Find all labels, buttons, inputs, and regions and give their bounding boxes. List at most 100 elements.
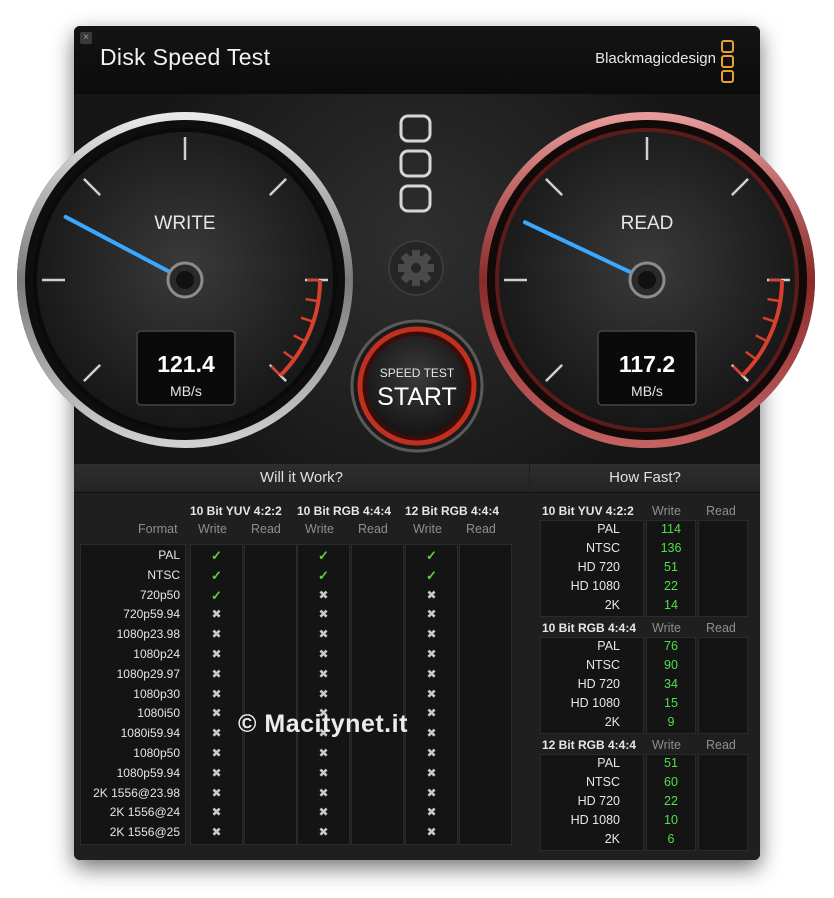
wiw-format-label: 2K 1556@24 [109, 805, 180, 820]
how-fast-header: How Fast? [530, 464, 760, 493]
hf-read-column [698, 637, 748, 734]
x-icon: ✖ [426, 825, 437, 840]
hf-read-subheader: Read [706, 621, 736, 635]
hf-write-value: 76 [664, 639, 678, 653]
x-icon: ✖ [211, 825, 222, 840]
hf-group-header: 10 Bit RGB 4:4:4 [542, 621, 637, 635]
check-icon: ✓ [318, 567, 329, 583]
check-icon: ✓ [426, 548, 437, 563]
wiw-read-subheader: Read [358, 522, 388, 536]
gauge-red-tick [762, 316, 775, 323]
wiw-read-subheader: Read [251, 522, 281, 536]
hf-row-label: NTSC [585, 658, 620, 672]
start-button-label: START [377, 383, 457, 411]
wiw-format-label: 1080p29.97 [116, 666, 180, 681]
hf-write-subheader: Write [652, 504, 681, 518]
wiw-format-label: 1080p24 [133, 647, 180, 661]
hf-write-value: 9 [667, 715, 675, 729]
hf-read-subheader: Read [706, 738, 736, 752]
wiw-write-subheader: Write [198, 522, 227, 536]
hf-write-subheader: Write [652, 621, 681, 635]
hf-row-label: 2K [604, 598, 620, 612]
x-icon: ✖ [426, 627, 437, 642]
wiw-format-label: 2K 1556@23.98 [93, 785, 180, 800]
x-icon: ✖ [426, 785, 437, 800]
check-icon: ✓ [211, 567, 222, 583]
x-icon: ✖ [426, 607, 437, 622]
hf-row-label: HD 720 [577, 677, 620, 691]
hf-row-label: 2K [604, 832, 620, 846]
x-icon: ✖ [211, 706, 222, 721]
hf-row-label: HD 1080 [570, 813, 620, 827]
check-icon: ✓ [211, 548, 222, 563]
results-area: Will it Work? How Fast? 10 Bit YUV 4:2:2… [74, 464, 760, 860]
x-icon: ✖ [426, 746, 437, 760]
hf-read-column [698, 754, 748, 851]
hf-row-label: PAL [597, 522, 620, 536]
hf-write-value: 90 [664, 658, 678, 672]
hf-row-label: HD 720 [577, 560, 620, 574]
wiw-group-header: 12 Bit RGB 4:4:4 [405, 504, 500, 518]
watermark: © Macitynet.it [238, 710, 408, 738]
x-icon: ✖ [426, 805, 437, 820]
hf-write-value: 34 [664, 677, 678, 691]
x-icon: ✖ [318, 746, 329, 760]
hf-write-value: 60 [664, 775, 678, 789]
wiw-format-label: 1080p23.98 [116, 627, 180, 642]
x-icon: ✖ [211, 726, 222, 741]
wiw-write-subheader: Write [305, 522, 334, 536]
hf-row-label: NTSC [585, 775, 620, 789]
hf-row-label: HD 720 [577, 794, 620, 808]
wiw-format-label: 1080p59.94 [116, 765, 180, 780]
wiw-format-label: 720p50 [139, 587, 180, 602]
hf-write-value: 114 [661, 522, 681, 536]
x-icon: ✖ [426, 706, 437, 721]
hf-group-header: 10 Bit YUV 4:2:2 [542, 504, 634, 518]
wiw-read-column [244, 544, 297, 845]
wiw-group-header: 10 Bit YUV 4:2:2 [190, 504, 282, 518]
brand-logo-icon [721, 40, 734, 85]
x-icon: ✖ [211, 765, 222, 780]
hf-row-label: 2K [604, 715, 620, 729]
wiw-read-column [459, 544, 512, 845]
x-icon: ✖ [211, 746, 222, 760]
x-icon: ✖ [426, 765, 437, 780]
x-icon: ✖ [318, 666, 329, 681]
wiw-format-label: 1080p30 [133, 686, 180, 701]
x-icon: ✖ [318, 627, 329, 642]
x-icon: ✖ [318, 607, 329, 622]
hf-write-value: 14 [664, 598, 678, 612]
start-button[interactable]: SPEED TEST START [350, 319, 484, 453]
wiw-format-header: Format [138, 522, 178, 536]
wiw-write-subheader: Write [413, 522, 442, 536]
x-icon: ✖ [318, 647, 329, 661]
wiw-format-label: 1080i50 [137, 706, 180, 721]
x-icon: ✖ [211, 607, 222, 622]
x-icon: ✖ [426, 587, 437, 602]
check-icon: ✓ [318, 548, 329, 563]
x-icon: ✖ [211, 805, 222, 820]
hf-write-value: 51 [664, 560, 678, 574]
hf-write-value: 51 [664, 756, 678, 770]
hf-row-label: NTSC [585, 541, 620, 555]
hf-write-value: 22 [664, 794, 678, 808]
hf-row-label: PAL [597, 756, 620, 770]
check-icon: ✓ [211, 587, 222, 603]
hf-read-column [698, 520, 748, 617]
x-icon: ✖ [318, 825, 329, 840]
wiw-format-label: 1080i59.94 [120, 726, 180, 741]
wiw-format-label: NTSC [147, 567, 180, 582]
close-icon[interactable]: × [80, 32, 92, 44]
brand-name: Blackmagicdesign [595, 50, 716, 67]
settings-gear-icon[interactable] [388, 240, 444, 296]
x-icon: ✖ [211, 666, 222, 681]
hf-write-value: 22 [664, 579, 678, 593]
hf-group-header: 12 Bit RGB 4:4:4 [542, 738, 637, 752]
hf-write-value: 6 [667, 832, 675, 846]
hf-write-value: 15 [664, 696, 678, 710]
x-icon: ✖ [318, 805, 329, 820]
wiw-format-label: 720p59.94 [123, 607, 180, 622]
x-icon: ✖ [426, 666, 437, 681]
gauge-red-tick [767, 297, 780, 303]
wiw-read-subheader: Read [466, 522, 496, 536]
